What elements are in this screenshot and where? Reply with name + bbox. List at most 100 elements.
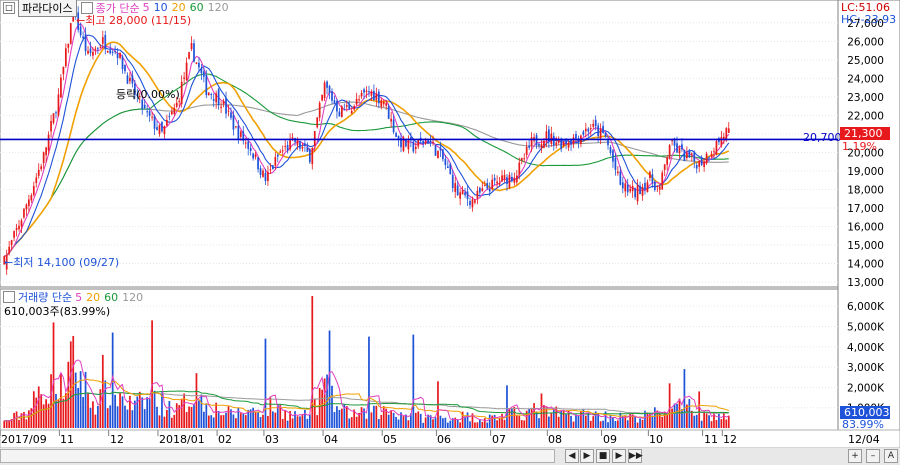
candle-body <box>703 161 705 167</box>
volume-bar <box>279 404 282 428</box>
volume-bar <box>370 412 373 428</box>
volume-bar <box>180 398 183 428</box>
volume-bar <box>55 393 57 428</box>
candle-body <box>587 128 590 132</box>
volume-bar <box>62 398 65 428</box>
prev-button[interactable]: ◀ <box>565 449 579 463</box>
time-axis-label: 09 <box>603 433 617 446</box>
volume-bar <box>360 407 363 428</box>
volume-bar <box>552 407 555 428</box>
candle-body <box>146 111 149 113</box>
volume-bar <box>518 415 521 428</box>
candle-body <box>299 141 301 149</box>
volume-bar <box>708 415 710 428</box>
candle-body <box>609 147 612 153</box>
volume-bar <box>109 405 112 428</box>
price-tick-label: 17,000 <box>847 203 884 215</box>
candle-body <box>439 147 442 151</box>
candle-body <box>151 116 153 118</box>
volume-bar <box>375 405 378 428</box>
volume-bar <box>210 415 213 428</box>
volume-bar <box>703 411 705 428</box>
volume-bar <box>242 414 245 428</box>
stock-chart[interactable]: 27,00026,00025,00024,00023,00022,00021,0… <box>0 0 900 465</box>
volume-bar <box>486 422 489 428</box>
candle-body <box>518 162 521 175</box>
zoom-out-button[interactable]: – <box>866 449 880 463</box>
volume-settings-icon[interactable] <box>3 291 15 303</box>
price-tick-label: 26,000 <box>847 36 884 48</box>
candle-body <box>612 150 614 162</box>
volume-bar <box>584 415 587 428</box>
candle-body <box>82 36 84 39</box>
play-button[interactable]: ▶ <box>612 449 626 463</box>
candle-body <box>121 56 124 70</box>
candle-body <box>395 133 397 137</box>
volume-bar <box>619 412 622 428</box>
candle-body <box>318 102 321 118</box>
volume-tick-label: 3,000K <box>847 362 885 374</box>
next-button[interactable]: ▶ <box>580 449 594 463</box>
candle-body <box>363 89 365 93</box>
volume-bar <box>365 418 368 428</box>
volume-bar <box>520 420 523 428</box>
candle-body <box>365 90 368 92</box>
candle-body <box>47 134 50 151</box>
volume-info: 610,003주(83.99%) <box>4 305 111 318</box>
candle-body <box>683 150 686 162</box>
volume-bar <box>377 419 380 428</box>
candle-body <box>173 107 176 114</box>
chart-scrollbar[interactable] <box>0 449 555 463</box>
candle-body <box>678 147 681 154</box>
volume-bar <box>146 397 149 428</box>
volume-bar <box>267 415 269 428</box>
volume-bar <box>45 399 47 428</box>
candle-body <box>508 174 511 188</box>
stop-button[interactable]: ■ <box>596 449 610 463</box>
volume-bar <box>397 419 400 428</box>
volume-bar <box>419 413 422 428</box>
candle-body <box>474 200 476 203</box>
volume-bar <box>565 414 567 428</box>
volume-bar <box>402 416 405 428</box>
candle-body <box>101 37 104 44</box>
volume-bar <box>424 417 427 428</box>
volume-bar <box>661 416 664 428</box>
candle-body <box>698 160 701 167</box>
candle-body <box>23 208 25 218</box>
volume-tick-label: 4,000K <box>847 342 885 354</box>
candle-body <box>328 85 331 93</box>
fast-forward-button[interactable]: ▶▶ <box>628 449 643 463</box>
volume-bar <box>506 385 508 428</box>
zoom-in-button[interactable]: + <box>848 449 862 463</box>
chart-canvas[interactable]: 27,00026,00025,00024,00023,00022,00021,0… <box>0 0 900 465</box>
candle-body <box>629 188 632 192</box>
candle-body <box>304 143 306 147</box>
volume-bar <box>496 420 498 428</box>
candle-body <box>89 48 92 53</box>
candle-body <box>64 48 67 67</box>
candle-body <box>15 227 18 230</box>
stock-name-button[interactable]: 파라다이스 <box>18 0 77 17</box>
volume-bar <box>621 416 624 428</box>
volume-pct: 83.99% <box>842 418 884 431</box>
volume-bar <box>722 412 725 428</box>
candle-body <box>57 94 60 116</box>
volume-bar <box>264 338 267 428</box>
volume-bar <box>311 296 314 428</box>
volume-bar <box>227 406 230 428</box>
candle-body <box>262 170 264 177</box>
volume-bar <box>446 422 449 428</box>
chart-settings-icon[interactable]: □ <box>3 1 15 14</box>
candle-body <box>575 133 577 139</box>
candle-body <box>237 125 240 140</box>
candle-body <box>614 158 617 170</box>
candle-body <box>308 148 311 163</box>
font-button[interactable]: A <box>884 449 898 463</box>
volume-bar <box>190 406 193 428</box>
candle-body <box>562 141 565 147</box>
candle-body <box>210 94 213 96</box>
candle-body <box>572 137 575 145</box>
candle-body <box>624 183 627 192</box>
candle-body <box>225 97 227 114</box>
